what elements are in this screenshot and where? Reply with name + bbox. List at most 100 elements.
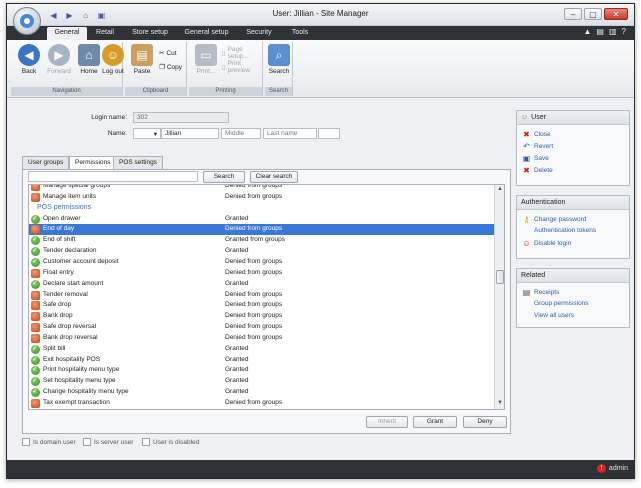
back-button[interactable]: ◀ Back — [14, 44, 44, 86]
tab-permissions[interactable]: Permissions — [69, 156, 117, 170]
granted-check-icon — [31, 214, 40, 224]
app-window: ◀ ▶ ⌂ ▣ User: Jillian - Site Manager – ▢… — [6, 3, 635, 479]
inherit-button[interactable]: Inherit — [366, 416, 408, 428]
window-list-icon[interactable]: ▥ — [609, 27, 617, 36]
permission-row[interactable]: Exit hospitality POS Granted — [29, 355, 495, 366]
permission-row[interactable]: Manage item units Denied from groups — [29, 192, 495, 203]
save-link[interactable]: ▣ Save — [522, 154, 549, 163]
server-user-checkbox[interactable]: Is server user — [83, 438, 133, 446]
permission-row[interactable]: Customer account deposit Denied from grou… — [29, 257, 495, 268]
help-icon[interactable]: ? — [622, 27, 626, 36]
permission-row[interactable]: Declare start amount Granted — [29, 279, 495, 290]
checkbox-box[interactable] — [142, 438, 150, 446]
permission-row[interactable]: Manage special groups Denied from groups — [29, 185, 495, 192]
close-window-button[interactable]: ✕ — [604, 8, 628, 20]
print-preview-icon: ▯ — [222, 64, 226, 71]
permission-row[interactable]: Set hospitality menu type Granted — [29, 376, 495, 387]
app-logo-icon — [20, 14, 34, 28]
permission-row[interactable]: Bank drop reversal Denied from groups — [29, 333, 495, 344]
ribbon-search-button[interactable]: ⌕ Search — [265, 44, 293, 86]
clear-search-button[interactable]: Clear search — [250, 171, 298, 183]
permission-section-header[interactable]: POS permissions — [29, 203, 495, 214]
logout-button[interactable]: ☺ Log out — [100, 44, 126, 86]
ribbon-tab-security[interactable]: Security — [239, 27, 279, 40]
maximize-button[interactable]: ▢ — [584, 8, 602, 20]
search-button[interactable]: Search — [203, 171, 245, 183]
scroll-thumb[interactable] — [496, 270, 504, 284]
permission-row[interactable]: End of shift Granted from groups — [29, 235, 495, 246]
application-menu-button[interactable] — [13, 7, 41, 35]
window-controls: – ▢ ✕ — [564, 8, 628, 20]
domain-user-label: Is domain user — [33, 438, 76, 446]
permission-row[interactable]: Print hospitality menu type Granted — [29, 365, 495, 376]
ribbon-tab-general-setup[interactable]: General setup — [179, 27, 234, 40]
tab-user-groups[interactable]: User groups — [22, 156, 70, 169]
change-password-link[interactable]: ⚷ Change password — [522, 215, 587, 224]
permission-row[interactable]: Tax exempt transaction Denied from groups — [29, 398, 495, 409]
user-icon: ☺ — [521, 114, 529, 121]
permission-status: Granted — [225, 388, 249, 396]
forward-label: Forward — [47, 68, 71, 75]
title-dropdown[interactable]: ▾ — [133, 128, 161, 139]
permission-row[interactable]: Split bill Granted — [29, 344, 495, 355]
domain-user-checkbox[interactable]: Is domain user — [22, 438, 76, 446]
granted-check-icon — [31, 344, 40, 354]
login-name-field[interactable]: 302 — [133, 112, 229, 123]
permission-status: Granted — [225, 366, 249, 374]
windows-icon[interactable]: ▤ — [596, 27, 604, 36]
permission-row[interactable]: Tender removal Denied from groups — [29, 290, 495, 301]
permission-row[interactable]: Safe drop reversal Denied from groups — [29, 322, 495, 333]
printer-icon: ▭ — [195, 44, 217, 66]
checkbox-box[interactable] — [22, 438, 30, 446]
permission-row[interactable]: Float entry Denied from groups — [29, 268, 495, 279]
ribbon-tab-store-setup[interactable]: Store setup — [125, 27, 175, 40]
copy-button[interactable]: ❐ Copy — [159, 62, 182, 72]
page-setup-button[interactable]: ▯ Page setup... — [222, 46, 262, 60]
middle-name-field[interactable]: Middle — [221, 128, 261, 139]
ribbon-right-icons: ▲ ▤ ▥ ? — [584, 27, 627, 36]
first-name-field[interactable]: Jillian — [161, 128, 219, 139]
tab-pos-settings[interactable]: POS settings — [113, 156, 163, 169]
scroll-down-icon[interactable]: ▼ — [496, 400, 504, 408]
suffix-field[interactable] — [318, 128, 340, 139]
permission-row[interactable]: Change hospitality menu type Granted — [29, 387, 495, 398]
delete-link[interactable]: ✖ Delete — [522, 166, 553, 175]
permission-status: Granted from groups — [225, 236, 285, 244]
ribbon-tab-tools[interactable]: Tools — [285, 27, 315, 40]
ribbon-tab-retail[interactable]: Retail — [90, 27, 120, 40]
close-link[interactable]: ✖ Close — [522, 130, 550, 139]
user-disabled-checkbox[interactable]: User is disabled — [142, 438, 199, 446]
permission-name: Float entry — [43, 268, 74, 276]
authentication-tokens-link[interactable]: Authentication tokens — [534, 227, 596, 234]
forward-button[interactable]: ▶ Forward — [43, 44, 75, 86]
disable-login-link[interactable]: ☺ Disable login — [522, 239, 571, 248]
permission-name: Declare start amount — [43, 279, 104, 287]
permission-row[interactable]: Bank drop Denied from groups — [29, 311, 495, 322]
receipts-label: Receipts — [534, 289, 560, 296]
revert-link[interactable]: ↶ Revert — [522, 142, 553, 151]
group-permissions-link[interactable]: Group permissions — [534, 300, 589, 307]
print-preview-button[interactable]: ▯ Print preview — [222, 60, 262, 74]
list-scrollbar[interactable]: ▲ ▼ — [494, 185, 504, 409]
scroll-up-icon[interactable]: ▲ — [496, 186, 504, 194]
deny-button[interactable]: Deny — [463, 416, 507, 428]
permissions-list: Tax exempt transaction Denied from groups… — [28, 184, 505, 410]
view-all-users-link[interactable]: View all users — [534, 312, 574, 319]
navigation-group-title: Navigation — [11, 87, 122, 96]
permission-row[interactable]: Tender declaration Granted — [29, 246, 495, 257]
print-button[interactable]: ▭ Print... — [191, 44, 221, 86]
permission-search-input[interactable] — [28, 171, 198, 182]
permission-row[interactable]: Safe drop Denied from groups — [29, 300, 495, 311]
collapse-ribbon-icon[interactable]: ▲ — [584, 27, 592, 36]
permission-row[interactable]: End of day Denied from groups — [29, 224, 495, 236]
checkbox-box[interactable] — [83, 438, 91, 446]
last-name-field[interactable]: Last name — [263, 128, 317, 139]
cut-button[interactable]: ✂ Cut — [159, 48, 177, 58]
grant-button[interactable]: Grant — [413, 416, 457, 428]
ribbon-tab-general[interactable]: General — [47, 27, 87, 40]
permission-row[interactable]: Open drawer Granted — [29, 214, 495, 225]
permission-status: Denied from groups — [225, 225, 283, 233]
paste-button[interactable]: ▤ Paste — [127, 44, 157, 86]
minimize-button[interactable]: – — [564, 8, 582, 20]
receipts-link[interactable]: ▤ Receipts — [522, 288, 560, 297]
